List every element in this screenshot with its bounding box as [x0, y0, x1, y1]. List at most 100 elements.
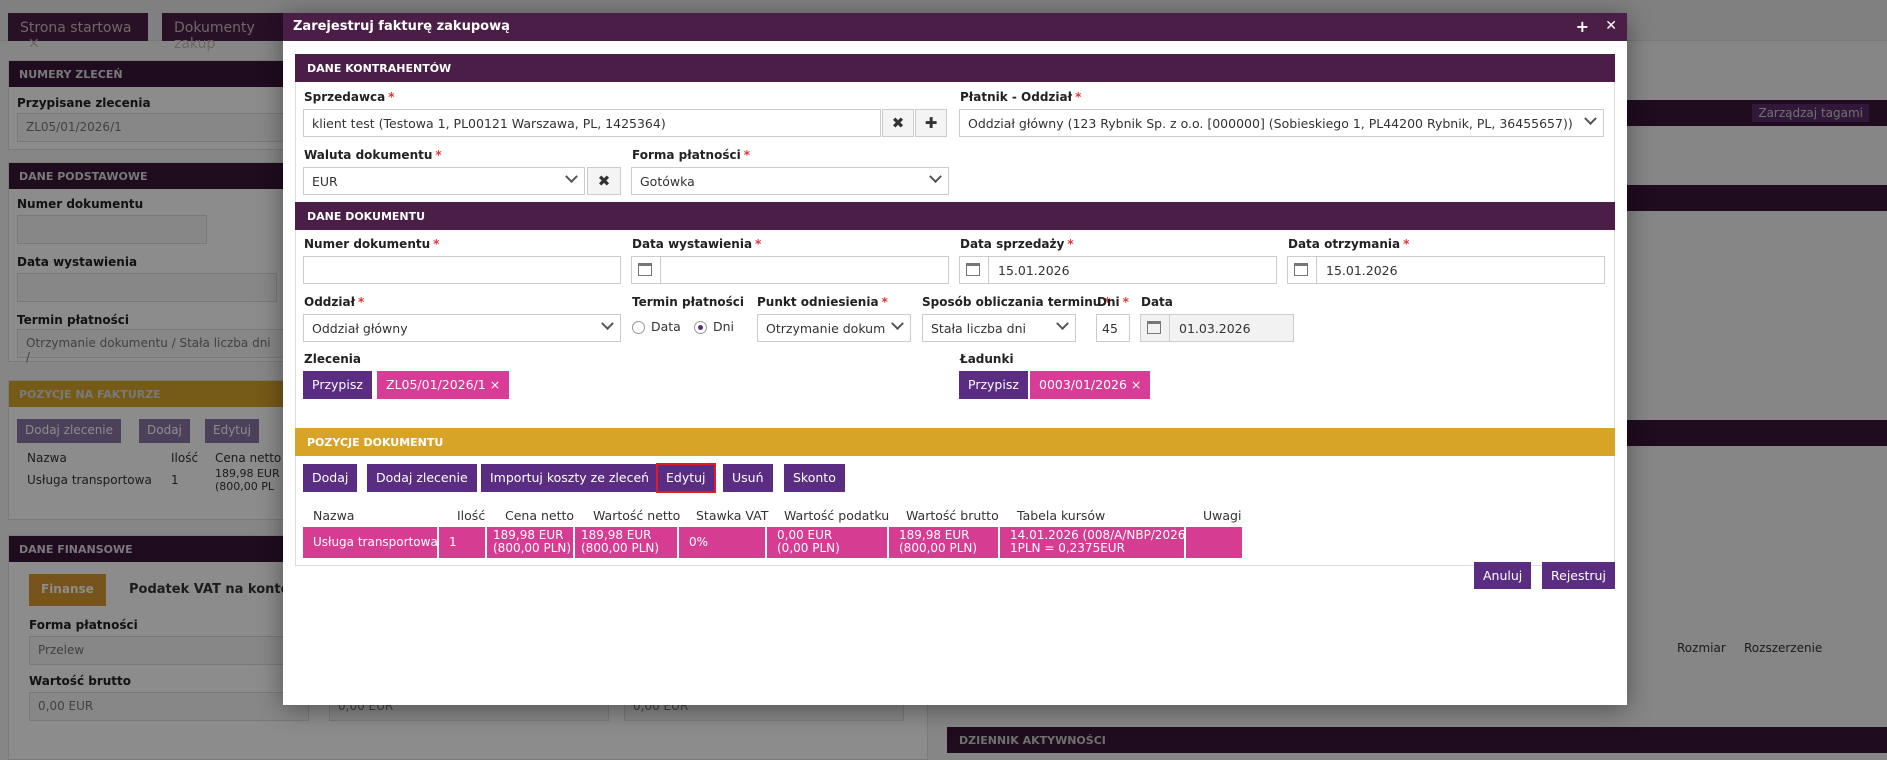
table-cell: 14.01.2026 (008/A/NBP/2026) 1PLN = 0,2375…	[1000, 527, 1190, 558]
orders-label: Zlecenia	[304, 352, 361, 366]
sale-date-input[interactable]: 15.01.2026	[959, 256, 1277, 284]
payer-select[interactable]: Oddział główny (123 Rybnik Sp. z o.o. [0…	[959, 109, 1604, 137]
table-cell: 0,00 EUR (0,00 PLN)	[767, 527, 889, 558]
chevron-down-icon	[565, 170, 578, 184]
currency-select[interactable]: EUR	[303, 167, 585, 195]
term-date-radio[interactable]	[632, 321, 645, 334]
calc-method-select[interactable]: Stała liczba dni	[922, 314, 1076, 342]
required-mark: *	[1403, 237, 1410, 251]
column-header-notes: Uwagi	[1203, 508, 1242, 523]
due-date-input[interactable]: 01.03.2026	[1140, 314, 1294, 342]
sale-date-value: 15.01.2026	[998, 263, 1070, 278]
modal-titlebar: Zarejestruj fakturę zakupową + ✕	[283, 13, 1627, 41]
currency-value: EUR	[312, 174, 338, 189]
clear-currency-icon[interactable]: ✖	[587, 167, 621, 195]
date-label: Data	[1141, 295, 1173, 309]
close-icon[interactable]: ✕	[1605, 18, 1617, 34]
doc-number-input[interactable]	[303, 256, 621, 284]
cancel-button[interactable]: Anuluj	[1474, 562, 1532, 589]
calendar-icon[interactable]	[966, 263, 980, 276]
receipt-date-label: Data otrzymania *	[1288, 237, 1409, 251]
table-cell: 1	[439, 527, 487, 558]
payer-label: Płatnik - Oddział *	[960, 90, 1081, 104]
chevron-down-icon	[929, 170, 942, 184]
doc-number-label: Numer dokumentu *	[304, 237, 439, 251]
modal-title: Zarejestruj fakturę zakupową	[293, 19, 510, 34]
issue-date-input[interactable]	[631, 256, 949, 284]
label-text: Waluta dokumentu	[304, 148, 433, 162]
required-mark: *	[433, 237, 440, 251]
add-seller-icon[interactable]: ✚	[915, 109, 947, 137]
table-cell: 189,98 EUR (800,00 PLN)	[575, 527, 679, 558]
chevron-down-icon	[891, 317, 904, 331]
payment-term-label: Termin płatności	[632, 295, 745, 309]
column-header-net-price: Cena netto	[505, 508, 575, 523]
column-header-gross: Wartość brutto	[906, 508, 999, 523]
table-cell: 189,98 EUR (800,00 PLN)	[487, 527, 575, 558]
required-mark: *	[1075, 90, 1082, 104]
label-text: Punkt odniesienia	[757, 295, 879, 309]
ref-point-select[interactable]: Otrzymanie dokum	[757, 314, 911, 342]
days-input[interactable]: 45	[1096, 314, 1130, 342]
label-text: Sposób obliczania terminu	[922, 295, 1102, 309]
cell-line: (0,00 PLN)	[777, 541, 840, 555]
add-position-button[interactable]: Dodaj	[303, 464, 358, 492]
delete-position-button[interactable]: Usuń	[723, 464, 773, 492]
section-heading-contractors: DANE KONTRAHENTÓW	[295, 54, 1615, 82]
required-mark: *	[881, 295, 888, 309]
add-order-button[interactable]: Dodaj zlecenie	[367, 464, 477, 492]
loads-label: Ładunki	[960, 352, 1014, 366]
receipt-date-input[interactable]: 15.01.2026	[1287, 256, 1605, 284]
column-header-tax: Wartość podatku	[784, 508, 890, 523]
discount-button[interactable]: Skonto	[784, 464, 845, 492]
column-header-rates: Tabela kursów	[1017, 508, 1106, 523]
payment-form-select[interactable]: Gotówka	[631, 167, 949, 195]
payer-value: Oddział główny (123 Rybnik Sp. z o.o. [0…	[968, 116, 1573, 131]
chevron-down-icon	[1056, 317, 1069, 331]
seller-field[interactable]: klient test (Testowa 1, PL00121 Warszawa…	[303, 109, 881, 137]
term-days-radio[interactable]	[694, 321, 707, 334]
maximize-icon[interactable]: +	[1576, 17, 1589, 36]
label-text: Płatnik - Oddział	[960, 90, 1073, 104]
contractors-section	[295, 82, 1615, 216]
required-mark: *	[358, 295, 365, 309]
section-heading-positions: POZYCJE DOKUMENTU	[295, 428, 1615, 456]
ref-point-label: Punkt odniesienia *	[757, 295, 888, 309]
cell-line: (800,00 PLN)	[581, 541, 660, 555]
branch-select[interactable]: Oddział główny	[303, 314, 621, 342]
label-text: Numer dokumentu	[304, 237, 431, 251]
column-header-qty: Ilość	[457, 508, 486, 523]
column-header-net-value: Wartość netto	[593, 508, 681, 523]
payment-form-label: Forma płatności *	[632, 148, 750, 162]
table-cell	[1186, 527, 1242, 558]
import-costs-button[interactable]: Importuj koszty ze zleceń	[481, 464, 659, 492]
edit-position-button[interactable]: Edytuj	[656, 463, 716, 493]
assign-load-button[interactable]: Przypisz	[959, 371, 1028, 399]
section-heading-document: DANE DOKUMENTU	[295, 202, 1615, 230]
table-cell: 189,98 EUR (800,00 PLN)	[889, 527, 1000, 558]
label-text: Oddział	[304, 295, 356, 309]
label-text: Dni	[1097, 295, 1120, 309]
currency-label: Waluta dokumentu *	[304, 148, 442, 162]
divider	[988, 257, 989, 283]
sale-date-label: Data sprzedaży *	[960, 237, 1074, 251]
assign-order-button[interactable]: Przypisz	[303, 371, 372, 399]
chevron-down-icon	[1584, 112, 1597, 126]
order-tag[interactable]: ZL05/01/2026/1 ×	[377, 371, 510, 399]
clear-seller-icon[interactable]: ✖	[882, 109, 914, 137]
calendar-icon[interactable]	[1147, 321, 1161, 334]
calendar-icon[interactable]	[638, 263, 652, 276]
divider	[660, 257, 661, 283]
label-text: Forma płatności	[632, 148, 741, 162]
seller-label: Sprzedawca *	[304, 90, 395, 104]
receipt-date-value: 15.01.2026	[1326, 263, 1398, 278]
register-button[interactable]: Rejestruj	[1542, 562, 1615, 589]
radio-label: Data	[651, 319, 681, 334]
load-tag[interactable]: 0003/01/2026 ×	[1030, 371, 1151, 399]
required-mark: *	[435, 148, 442, 162]
label-text: Sprzedawca	[304, 90, 386, 104]
chevron-down-icon	[601, 317, 614, 331]
payment-form-value: Gotówka	[640, 174, 695, 189]
days-label: Dni *	[1097, 295, 1129, 309]
calendar-icon[interactable]	[1294, 263, 1308, 276]
